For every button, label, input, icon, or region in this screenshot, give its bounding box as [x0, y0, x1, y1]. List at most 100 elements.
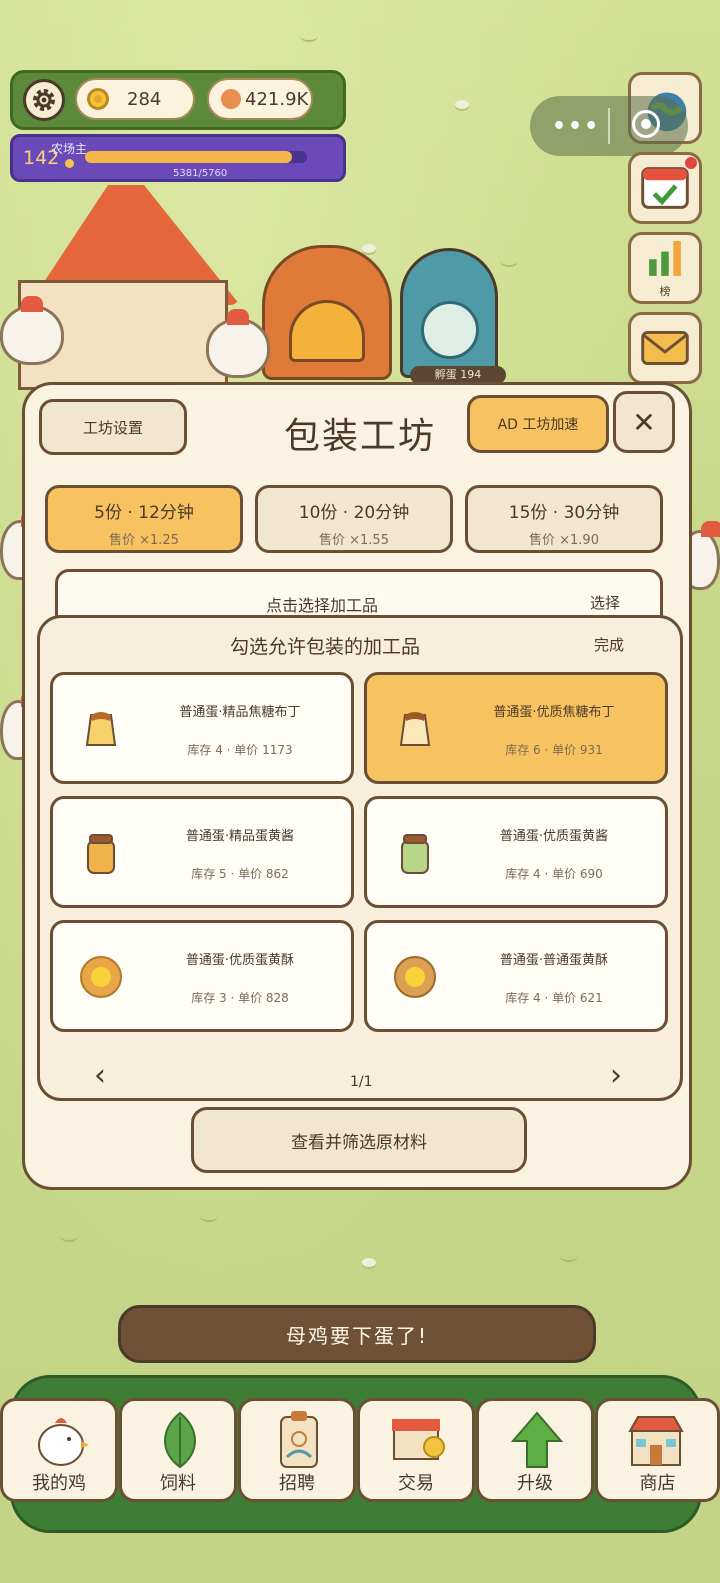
jar-icon [87, 834, 115, 874]
option-quantity: 15份 · 30分钟 [508, 503, 620, 523]
ad-speedup-button[interactable]: AD 工坊加速 [467, 395, 609, 453]
nav-label: 饲料 [160, 1473, 196, 1494]
mail-button[interactable] [628, 312, 702, 384]
oven-window [289, 300, 365, 362]
gem-value: 421.9K [245, 88, 309, 110]
product-name: 普通蛋·精品蛋黄酱 [185, 829, 295, 844]
coin-icon [87, 88, 109, 110]
chicken-icon [38, 1418, 89, 1466]
pebble [362, 244, 376, 253]
batch-option-15[interactable]: 15份 · 30分钟 售价 ×1.90 [465, 485, 663, 553]
up-arrow-icon [510, 1411, 564, 1468]
coin-counter[interactable]: 284 [75, 78, 195, 120]
nav-feed[interactable]: 饲料 [119, 1398, 237, 1502]
gem-counter[interactable]: 421.9K [207, 78, 313, 120]
popup-title: 勾选允许包装的加工品 [230, 636, 421, 658]
oven-building[interactable] [262, 245, 392, 380]
page-indicator: 1/1 [350, 1074, 373, 1090]
view-materials-button[interactable]: 查看并筛选原材料 [191, 1107, 527, 1173]
select-action[interactable]: 选择 [590, 592, 620, 613]
product-name: 普通蛋·优质焦糖布丁 [493, 705, 615, 720]
nav-upgrade[interactable]: 升级 [476, 1398, 594, 1502]
close-button[interactable]: ✕ [613, 391, 675, 453]
bar-chart-icon [649, 241, 681, 276]
miniprogram-capsule[interactable]: ••• [530, 96, 688, 156]
leaf-icon [164, 1411, 196, 1469]
shop-icon [628, 1416, 684, 1466]
grass-tuft [200, 1210, 218, 1222]
gear-icon [33, 89, 55, 111]
product-card[interactable]: 普通蛋·精品焦糖布丁 库存 4 · 单价 1173 [50, 672, 354, 784]
product-meta: 库存 5 · 单价 862 [191, 867, 289, 881]
product-name: 普通蛋·普通蛋黄酥 [499, 953, 609, 968]
panel-title: 包装工坊 [283, 416, 436, 457]
badge-icon [280, 1411, 318, 1468]
option-price: 售价 ×1.55 [319, 533, 389, 548]
pastry-icon [394, 956, 436, 998]
incubator-building[interactable] [400, 248, 498, 378]
product-picker-popup: 勾选允许包装的加工品 完成 普通蛋·精品焦糖布丁 库存 4 · 单价 1173 … [37, 615, 683, 1101]
level-title: 农场主 [51, 142, 88, 156]
coin-value: 284 [127, 88, 162, 110]
resource-bar: 284 421.9K [10, 70, 346, 130]
nav-label: 交易 [398, 1473, 434, 1494]
hen[interactable] [206, 309, 270, 378]
close-miniprogram-icon[interactable] [632, 110, 660, 138]
nav-label: 升级 [517, 1473, 553, 1494]
product-card[interactable]: 普通蛋·精品蛋黄酱 库存 5 · 单价 862 [50, 796, 354, 908]
pudding-icon [85, 712, 117, 746]
next-page-button[interactable]: › [610, 1058, 622, 1093]
notification-dot [685, 157, 697, 169]
settings-button[interactable] [23, 79, 65, 121]
batch-option-5[interactable]: 5份 · 12分钟 售价 ×1.25 [45, 485, 243, 553]
nav-my-chickens[interactable]: 我的鸡 [0, 1398, 118, 1502]
packaging-workshop-panel: 工坊设置 包装工坊 AD 工坊加速 ✕ 5份 · 12分钟 售价 ×1.25 1… [22, 382, 692, 1190]
close-icon: ✕ [632, 405, 656, 439]
pebble [455, 100, 469, 109]
nav-label: 招聘 [279, 1473, 315, 1494]
pebble [362, 1258, 376, 1267]
product-meta: 库存 3 · 单价 828 [191, 991, 289, 1005]
gem-icon [221, 89, 241, 109]
nav-label: 商店 [639, 1473, 676, 1494]
more-icon[interactable]: ••• [552, 114, 600, 139]
batch-option-10[interactable]: 10份 · 20分钟 售价 ×1.55 [255, 485, 453, 553]
product-card-selected[interactable]: 普通蛋·优质焦糖布丁 库存 6 · 单价 931 [364, 672, 668, 784]
product-card[interactable]: 普通蛋·优质蛋黄酱 库存 4 · 单价 690 [364, 796, 668, 908]
market-icon [392, 1419, 445, 1460]
grass-tuft [300, 30, 318, 42]
option-price: 售价 ×1.90 [529, 533, 599, 548]
prev-page-button[interactable]: ‹ [94, 1058, 106, 1093]
nav-recruit[interactable]: 招聘 [238, 1398, 356, 1502]
option-quantity: 5份 · 12分钟 [94, 503, 194, 523]
level-bar[interactable]: 142 农场主 5381/5760 [10, 134, 346, 182]
product-card[interactable]: 普通蛋·优质蛋黄酥 库存 3 · 单价 828 [50, 920, 354, 1032]
product-name: 普通蛋·优质蛋黄酱 [499, 829, 609, 844]
ranking-button[interactable]: 榜 [628, 232, 702, 304]
status-banner: 母鸡要下蛋了! [118, 1305, 596, 1363]
capsule-divider [608, 108, 610, 144]
xp-dot-icon [65, 159, 74, 168]
grass-tuft [560, 1250, 578, 1262]
checkin-button[interactable] [628, 152, 702, 224]
option-quantity: 10份 · 20分钟 [298, 503, 410, 523]
done-button[interactable]: 完成 [594, 634, 624, 655]
hen[interactable] [0, 296, 64, 365]
ranking-label: 榜 [659, 285, 671, 298]
nav-trade[interactable]: 交易 [357, 1398, 475, 1502]
grass-tuft [60, 1230, 78, 1242]
product-meta: 库存 4 · 单价 621 [505, 991, 603, 1005]
incubator-dial [421, 301, 479, 359]
grass-tuft [500, 255, 518, 267]
product-card[interactable]: 普通蛋·普通蛋黄酥 库存 4 · 单价 621 [364, 920, 668, 1032]
option-price: 售价 ×1.25 [109, 533, 179, 548]
nav-shop[interactable]: 商店 [595, 1398, 720, 1502]
product-meta: 库存 4 · 单价 1173 [187, 743, 293, 757]
xp-fill [85, 151, 293, 163]
select-product-label: 点击选择加工品 [266, 596, 379, 615]
product-name: 普通蛋·优质蛋黄酥 [185, 953, 295, 968]
jar-icon [401, 834, 429, 874]
pudding-icon [399, 712, 431, 746]
xp-track [85, 151, 307, 163]
workshop-settings-button[interactable]: 工坊设置 [39, 399, 187, 455]
